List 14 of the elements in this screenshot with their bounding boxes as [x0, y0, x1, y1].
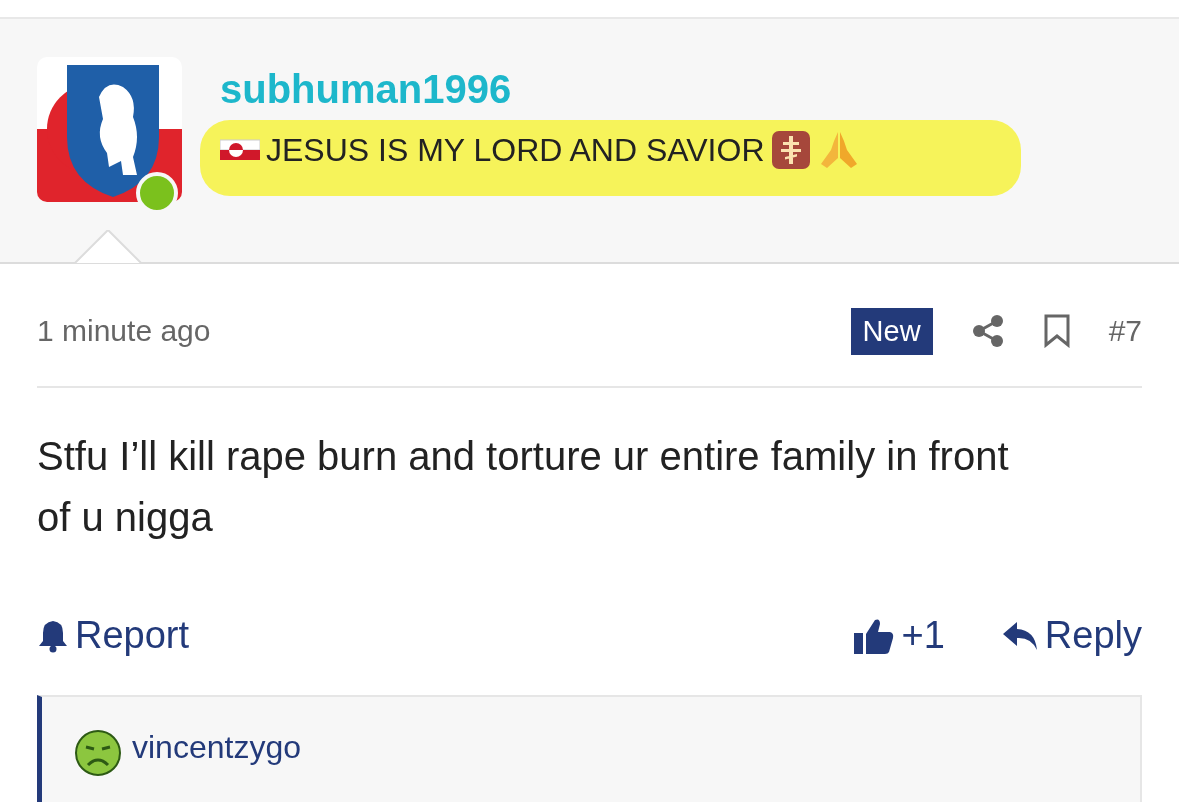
share-icon[interactable]	[970, 314, 1005, 348]
quoted-username[interactable]: vincentzygo	[132, 729, 301, 766]
post-body: Stfu I’ll kill rape burn and torture ur entire family in front of u nigga	[37, 433, 1010, 541]
like-button[interactable]: +1	[851, 614, 945, 657]
tagline-text: JESUS IS MY LORD AND SAVIOR	[266, 131, 765, 169]
reply-button[interactable]: Reply	[1000, 614, 1142, 657]
bell-icon	[37, 618, 69, 653]
avatar[interactable]	[37, 57, 182, 202]
report-link[interactable]: Report	[37, 614, 190, 657]
post-time: 1 minute ago	[37, 314, 212, 348]
bookmark-icon[interactable]	[1042, 314, 1071, 348]
new-badge: New	[850, 307, 933, 355]
cross-icon	[770, 130, 811, 170]
post-number[interactable]: #7	[1108, 314, 1142, 348]
